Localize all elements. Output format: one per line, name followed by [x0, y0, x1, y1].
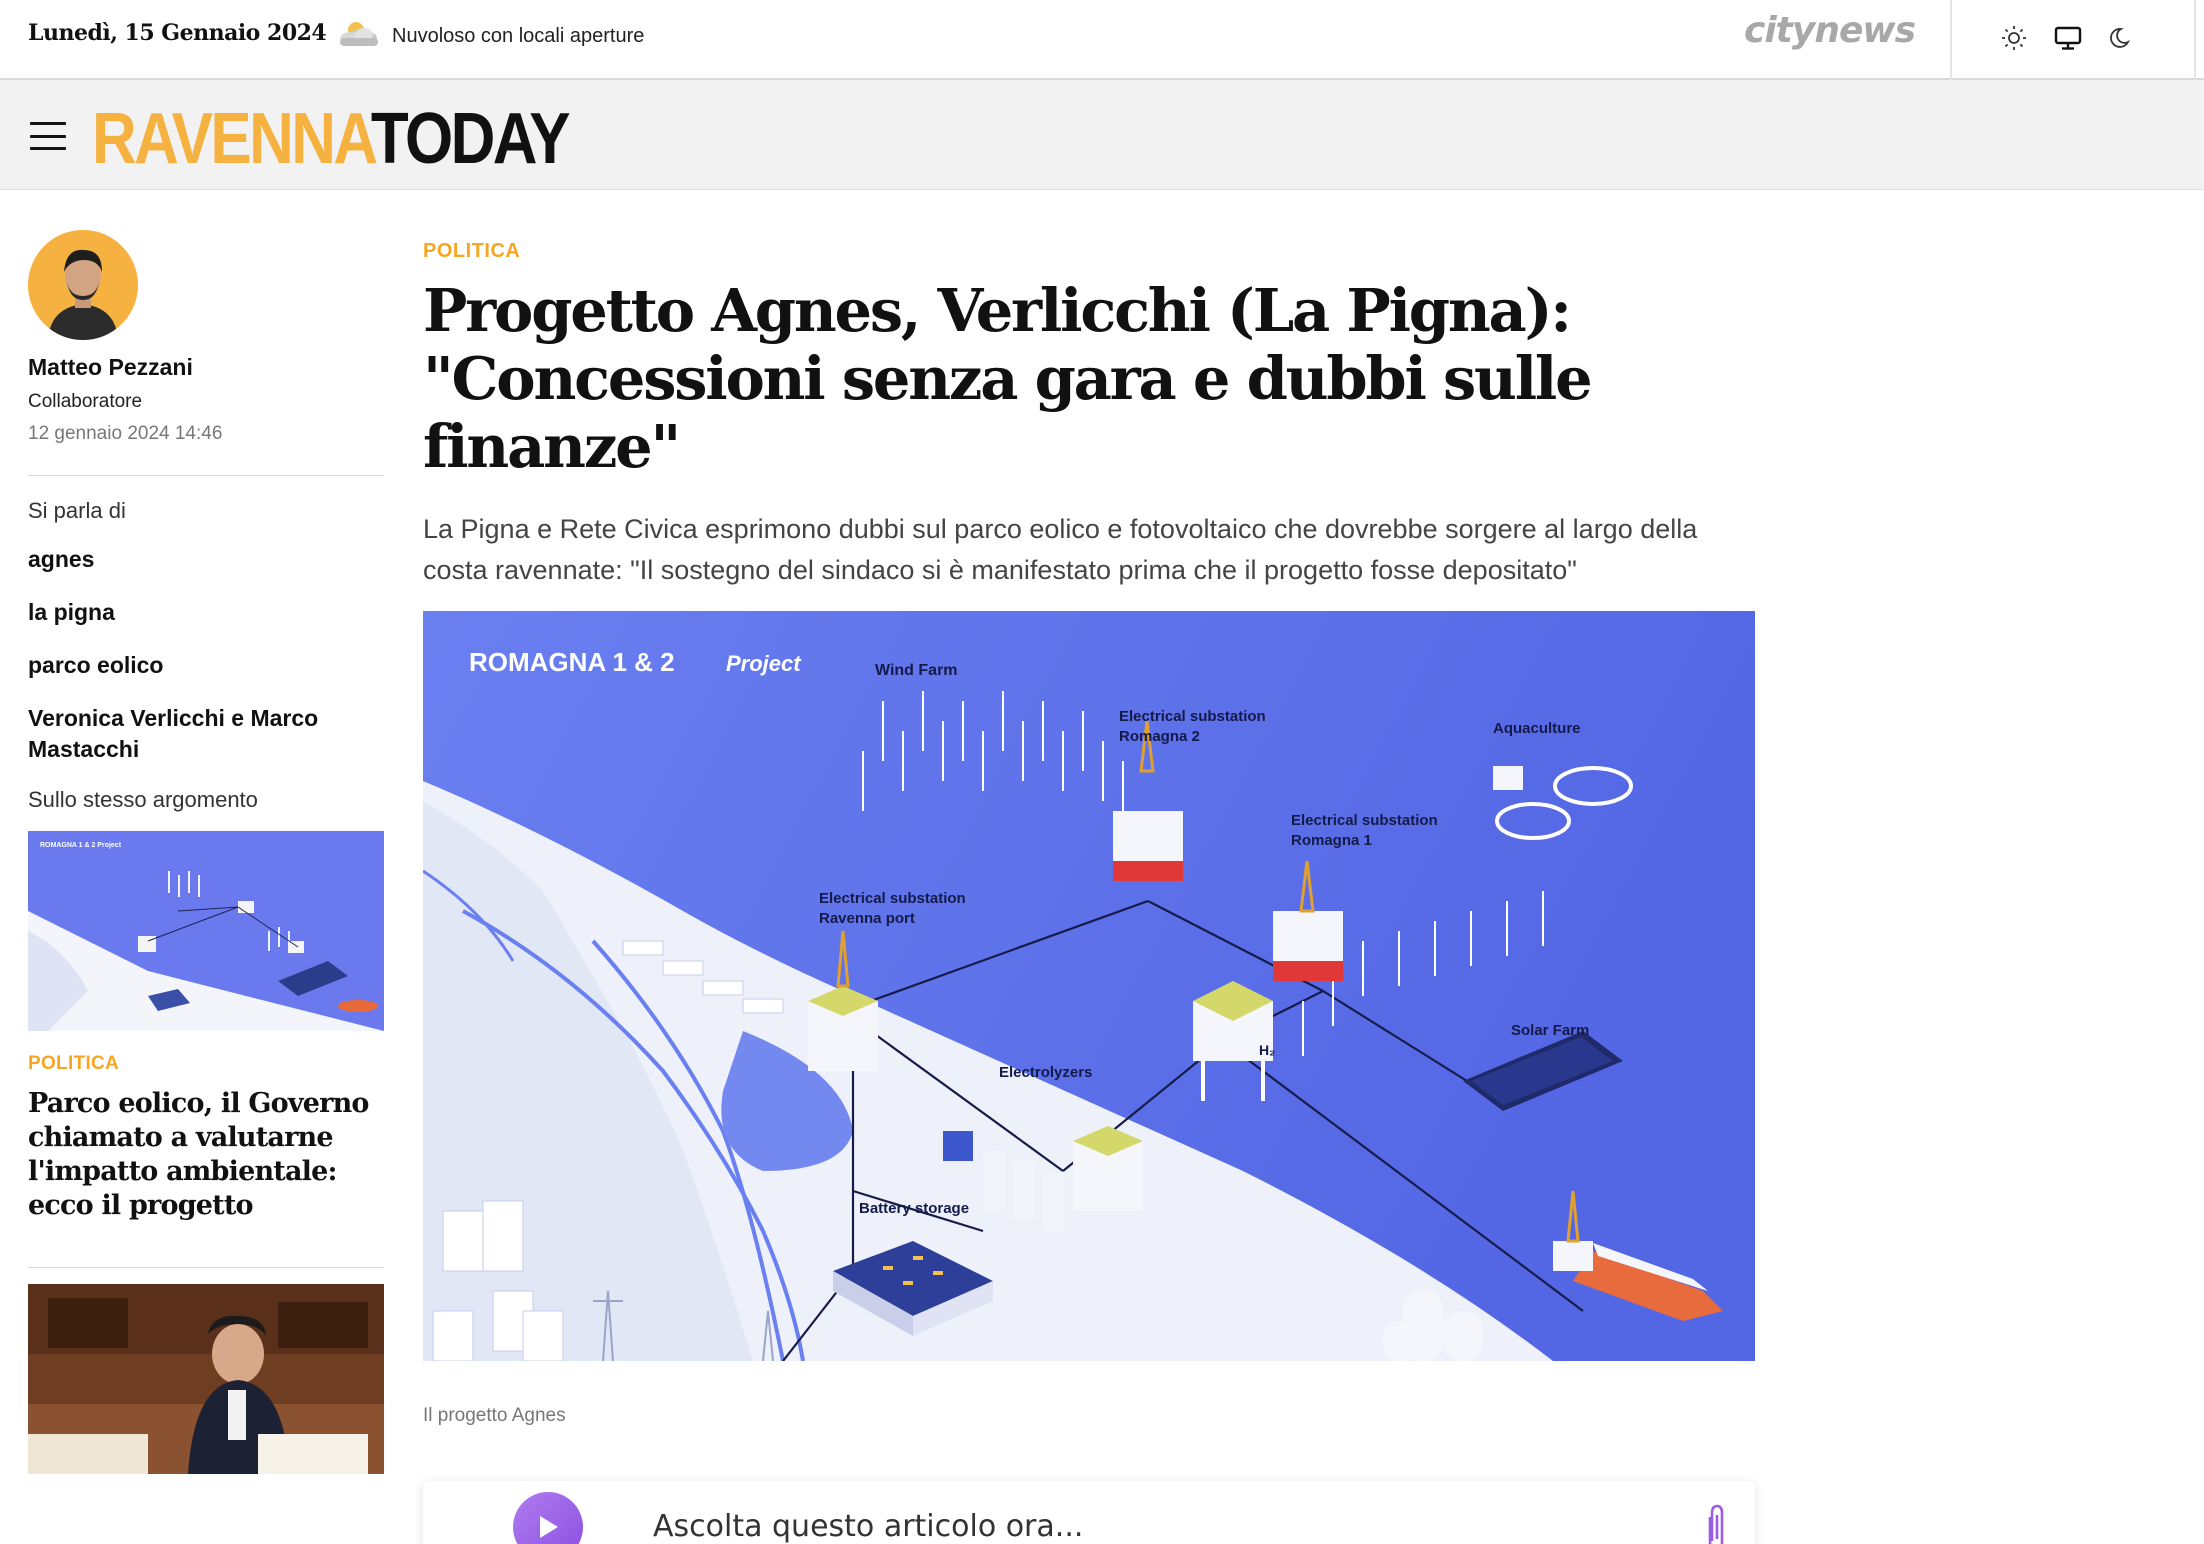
- tag-link[interactable]: parco eolico: [28, 650, 384, 681]
- tag-link[interactable]: la pigna: [28, 597, 384, 628]
- label-sub-romagna1-line1: Electrical substation: [1291, 812, 1438, 829]
- hamburger-menu-icon[interactable]: [30, 122, 66, 150]
- label-solar-farm: Solar Farm: [1511, 1022, 1589, 1039]
- label-sub-ravenna-line1: Electrical substation: [819, 890, 966, 907]
- site-logo[interactable]: RAVENNATODAY: [92, 98, 571, 180]
- label-electrolyzers: Electrolyzers: [999, 1064, 1092, 1081]
- related-article-title[interactable]: Parco eolico, il Governo chiamato a valu…: [28, 1087, 384, 1223]
- paperclip-icon[interactable]: [1705, 1503, 1727, 1544]
- tag-link[interactable]: agnes: [28, 544, 384, 575]
- article: POLITICA Progetto Agnes, Verlicchi (La P…: [423, 240, 1755, 1544]
- tags-heading: Si parla di: [28, 498, 126, 523]
- tag-list: agnes la pigna parco eolico Veronica Ver…: [28, 544, 384, 765]
- label-sub-romagna1-line2: Romagna 1: [1291, 832, 1372, 849]
- author-role: Collaboratore: [28, 391, 143, 412]
- sidebar-divider: [28, 1267, 384, 1268]
- topbar-divider: [1950, 0, 1952, 80]
- related-article-thumbnail[interactable]: ROMAGNA 1 & 2 Project: [28, 831, 384, 1031]
- tag-link[interactable]: Veronica Verlicchi e Marco Mastacchi: [28, 703, 384, 765]
- audio-label[interactable]: Ascolta questo articolo ora...: [653, 1509, 1083, 1544]
- label-battery-storage: Battery storage: [859, 1200, 969, 1217]
- image-caption: Il progetto Agnes: [423, 1405, 566, 1426]
- figure-title-suffix: Project: [726, 651, 802, 676]
- label-sub-romagna2-line1: Electrical substation: [1119, 708, 1266, 725]
- audio-player: Ascolta questo articolo ora...: [423, 1481, 1755, 1544]
- related-heading: Sullo stesso argomento: [28, 787, 258, 812]
- weather-description: Nuvoloso con locali aperture: [392, 25, 645, 47]
- cloudy-sun-icon: [340, 22, 378, 46]
- svg-text:ROMAGNA 1 & 2 Project: ROMAGNA 1 & 2 Project: [40, 842, 122, 849]
- related-article-thumbnail-2[interactable]: [28, 1284, 384, 1474]
- left-sidebar: Matteo Pezzani Collaboratore 12 gennaio …: [28, 230, 384, 1474]
- label-h2: H₂: [1259, 1042, 1275, 1058]
- current-date: Lunedì, 15 Gennaio 2024: [28, 20, 327, 46]
- figure-title: ROMAGNA 1 & 2: [469, 647, 675, 677]
- monitor-icon[interactable]: [2052, 22, 2084, 54]
- sidebar-divider: [28, 475, 384, 476]
- moon-icon[interactable]: [2106, 22, 2138, 54]
- article-category[interactable]: POLITICA: [423, 240, 1755, 263]
- sun-icon[interactable]: [1998, 22, 2030, 54]
- label-sub-ravenna-line2: Ravenna port: [819, 910, 915, 927]
- author-name[interactable]: Matteo Pezzani: [28, 354, 384, 381]
- site-header: RAVENNATODAY: [0, 80, 2204, 190]
- theme-switcher: [1998, 22, 2138, 54]
- label-aquaculture: Aquaculture: [1493, 720, 1581, 737]
- author-avatar[interactable]: [28, 230, 138, 340]
- article-hero-image[interactable]: ROMAGNA 1 & 2 Project Wind Farm Electric…: [423, 611, 1755, 1361]
- citynews-logo[interactable]: citynews: [1744, 10, 1916, 51]
- article-headline: Progetto Agnes, Verlicchi (La Pigna): "C…: [423, 276, 1593, 481]
- top-bar: Lunedì, 15 Gennaio 2024 Nuvoloso con loc…: [0, 0, 2204, 80]
- topbar-edge: [2194, 0, 2196, 80]
- article-lede: La Pigna e Rete Civica esprimono dubbi s…: [423, 514, 1698, 585]
- label-sub-romagna2-line2: Romagna 2: [1119, 728, 1200, 745]
- label-wind-farm: Wind Farm: [875, 662, 958, 679]
- publish-date: 12 gennaio 2024 14:46: [28, 423, 223, 444]
- related-article-category[interactable]: POLITICA: [28, 1053, 384, 1075]
- play-icon[interactable]: [513, 1492, 583, 1544]
